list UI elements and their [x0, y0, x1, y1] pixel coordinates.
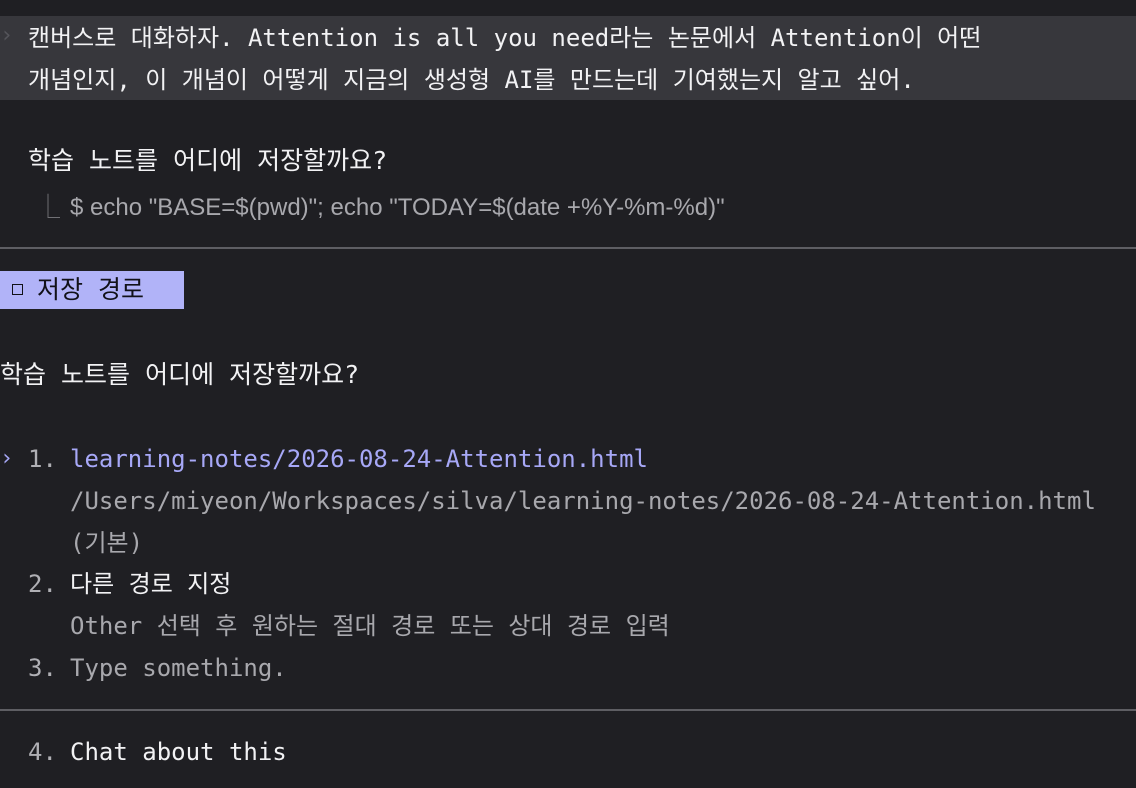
- selection-pointer-icon: ›: [0, 446, 14, 471]
- option-4-number: 4.: [28, 738, 57, 766]
- assistant-question: 학습 노트를 어디에 저장할까요?: [28, 146, 388, 175]
- option-1-number: 1.: [28, 445, 57, 473]
- divider-top: [0, 247, 1136, 249]
- option-3-label[interactable]: Type something.: [70, 651, 287, 685]
- option-1-label[interactable]: learning-notes/2026-08-24-Attention.html: [70, 442, 648, 476]
- section-tag: 저장 경로: [0, 271, 184, 309]
- prompt-question: 학습 노트를 어디에 저장할까요?: [0, 360, 360, 389]
- checkbox-icon: [12, 283, 23, 295]
- user-message-line-1: 캔버스로 대화하자. Attention is all you need라는 논…: [28, 24, 982, 52]
- option-3-number: 3.: [28, 654, 57, 682]
- user-message-line-2: 개념인지, 이 개념이 어떻게 지금의 생성형 AI를 만드는데 기여했는지 알…: [28, 66, 915, 94]
- option-2-number: 2.: [28, 570, 57, 598]
- tool-call: ⎿ $ echo "BASE=$(pwd)"; echo "TODAY=$(dat…: [36, 190, 725, 225]
- user-message-caret-icon: ›: [0, 23, 14, 48]
- option-1-description-line-1: /Users/miyeon/Workspaces/silva/learning-…: [70, 487, 1096, 515]
- tool-command: $ echo "BASE=$(pwd)"; echo "TODAY=$(date…: [70, 194, 725, 221]
- divider-bottom: [0, 709, 1136, 711]
- option-4-label[interactable]: Chat about this: [70, 735, 287, 769]
- option-2-label[interactable]: 다른 경로 지정: [70, 567, 231, 601]
- option-2-description: Other 선택 후 원하는 절대 경로 또는 상대 경로 입력: [70, 612, 670, 640]
- option-1-description-line-2: (기본): [70, 529, 144, 557]
- tool-corner-icon: ⎿: [36, 193, 60, 221]
- section-tag-label: 저장 경로: [37, 275, 145, 304]
